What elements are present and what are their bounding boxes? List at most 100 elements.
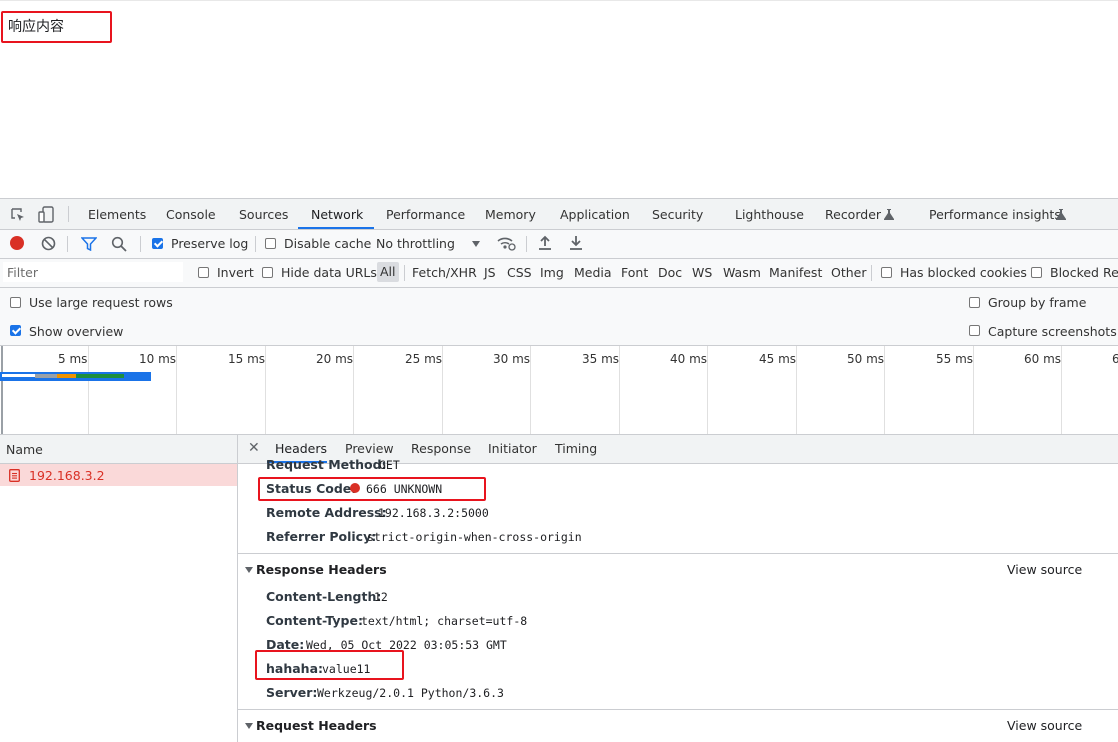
filter-icon[interactable]: [80, 237, 98, 254]
hide-data-urls-label: Hide data URLs: [281, 265, 377, 280]
collapse-triangle-icon[interactable]: [245, 567, 253, 573]
filter-type-css[interactable]: CSS: [507, 265, 532, 280]
tab-lighthouse[interactable]: Lighthouse: [735, 207, 804, 222]
name-column-header[interactable]: Name: [0, 435, 237, 464]
filter-type-wasm[interactable]: Wasm: [723, 265, 761, 280]
show-overview-label: Show overview: [29, 324, 124, 339]
overview-tick: 10 ms: [139, 352, 177, 366]
tab-response[interactable]: Response: [411, 441, 471, 456]
filter-type-fetch-xhr[interactable]: Fetch/XHR: [412, 265, 477, 280]
header-name: Remote Address:: [266, 505, 387, 520]
tab-recorder[interactable]: Recorder: [825, 207, 881, 222]
import-har-icon[interactable]: [538, 235, 552, 254]
export-har-icon[interactable]: [569, 235, 583, 254]
device-toolbar-icon[interactable]: [38, 206, 56, 226]
header-name: Content-Length:: [266, 589, 382, 604]
filter-type-other[interactable]: Other: [831, 265, 867, 280]
invert-checkbox[interactable]: [198, 267, 209, 278]
record-icon[interactable]: [10, 236, 24, 250]
large-rows-label: Use large request rows: [29, 295, 173, 310]
filter-type-all[interactable]: All: [377, 262, 399, 282]
overview-tick: 45 ms: [759, 352, 797, 366]
network-overview[interactable]: 5 ms 10 ms 15 ms 20 ms 25 ms 30 ms 35 ms…: [0, 346, 1118, 435]
tab-elements[interactable]: Elements: [88, 207, 146, 222]
tab-timing[interactable]: Timing: [555, 441, 597, 456]
hide-data-urls-checkbox[interactable]: [262, 267, 273, 278]
close-icon[interactable]: ✕: [248, 440, 260, 456]
filter-input[interactable]: [3, 262, 183, 282]
view-source-link[interactable]: View source: [1007, 718, 1082, 733]
clear-icon[interactable]: [41, 236, 56, 254]
tab-performance-insights[interactable]: Performance insights: [929, 207, 1061, 222]
active-tab-indicator: [298, 227, 374, 229]
collapse-triangle-icon[interactable]: [245, 723, 253, 729]
preserve-log-checkbox[interactable]: [152, 238, 163, 249]
tab-performance[interactable]: Performance: [386, 207, 465, 222]
show-overview-checkbox[interactable]: [10, 325, 21, 336]
tab-preview[interactable]: Preview: [345, 441, 394, 456]
invert-label: Invert: [217, 265, 254, 280]
page-viewport: 响应内容: [0, 0, 1118, 199]
tab-console[interactable]: Console: [166, 207, 216, 222]
tab-network[interactable]: Network: [311, 207, 363, 222]
group-by-frame-checkbox[interactable]: [969, 297, 980, 308]
tab-initiator[interactable]: Initiator: [488, 441, 537, 456]
overview-tick: 50 ms: [847, 352, 885, 366]
devtools-tab-bar: Elements Console Sources Network Perform…: [0, 199, 1118, 230]
overview-bar-connect: [57, 374, 76, 378]
request-headers-title[interactable]: Request Headers: [256, 718, 377, 733]
tab-application[interactable]: Application: [560, 207, 630, 222]
throttling-select[interactable]: No throttling: [376, 236, 455, 251]
inspect-element-icon[interactable]: [10, 207, 26, 226]
chevron-down-icon[interactable]: [472, 241, 480, 247]
request-row[interactable]: 192.168.3.2: [0, 464, 237, 486]
header-name: Content-Type:: [266, 613, 363, 628]
overview-tick: 55 ms: [936, 352, 974, 366]
overview-tick: 20 ms: [316, 352, 354, 366]
has-blocked-cookies-label: Has blocked cookies: [900, 265, 1027, 280]
tab-memory[interactable]: Memory: [485, 207, 536, 222]
filter-type-manifest[interactable]: Manifest: [769, 265, 822, 280]
overview-tick: 30 ms: [493, 352, 531, 366]
overview-bar-waiting: [76, 374, 124, 378]
filter-type-ws[interactable]: WS: [692, 265, 712, 280]
tab-security[interactable]: Security: [652, 207, 703, 222]
network-settings-bar: Use large request rows Show overview Gro…: [0, 288, 1118, 346]
disable-cache-label: Disable cache: [284, 236, 372, 251]
name-column-label: Name: [6, 442, 43, 457]
capture-screenshots-checkbox[interactable]: [969, 325, 980, 336]
overview-bar-queue: [35, 374, 57, 378]
overview-tick: 60 ms: [1024, 352, 1062, 366]
overview-bar-stall: [2, 374, 35, 377]
response-headers-title[interactable]: Response Headers: [256, 562, 387, 577]
overview-tick: 25 ms: [405, 352, 443, 366]
filter-type-font[interactable]: Font: [621, 265, 648, 280]
group-by-frame-label: Group by frame: [988, 295, 1087, 310]
overview-tick: 5 ms: [58, 352, 88, 366]
preserve-log-label: Preserve log: [171, 236, 249, 251]
filter-bar: Invert Hide data URLs All Fetch/XHR JS C…: [0, 259, 1118, 288]
large-rows-checkbox[interactable]: [10, 297, 21, 308]
header-value: GET: [379, 458, 400, 472]
view-source-link[interactable]: View source: [1007, 562, 1082, 577]
header-value: 192.168.3.2:5000: [378, 506, 489, 520]
request-name: 192.168.3.2: [29, 468, 105, 483]
overview-tick: 40 ms: [670, 352, 708, 366]
experimental-flask-icon: [884, 208, 894, 223]
disable-cache-checkbox[interactable]: [265, 238, 276, 249]
filter-type-img[interactable]: Img: [540, 265, 564, 280]
filter-type-js[interactable]: JS: [484, 265, 496, 280]
has-blocked-cookies-checkbox[interactable]: [881, 267, 892, 278]
network-conditions-icon[interactable]: [496, 235, 516, 254]
tab-sources[interactable]: Sources: [239, 207, 288, 222]
search-icon[interactable]: [111, 236, 127, 255]
filter-type-media[interactable]: Media: [574, 265, 612, 280]
header-value: text/html; charset=utf-8: [361, 614, 528, 628]
header-name: Referrer Policy:: [266, 529, 377, 544]
network-toolbar: Preserve log Disable cache No throttling: [0, 230, 1118, 259]
overview-tick: 35 ms: [582, 352, 620, 366]
blocked-requests-checkbox[interactable]: [1031, 267, 1042, 278]
tab-headers[interactable]: Headers: [275, 441, 327, 456]
filter-type-doc[interactable]: Doc: [658, 265, 682, 280]
header-value: 12: [374, 590, 388, 604]
